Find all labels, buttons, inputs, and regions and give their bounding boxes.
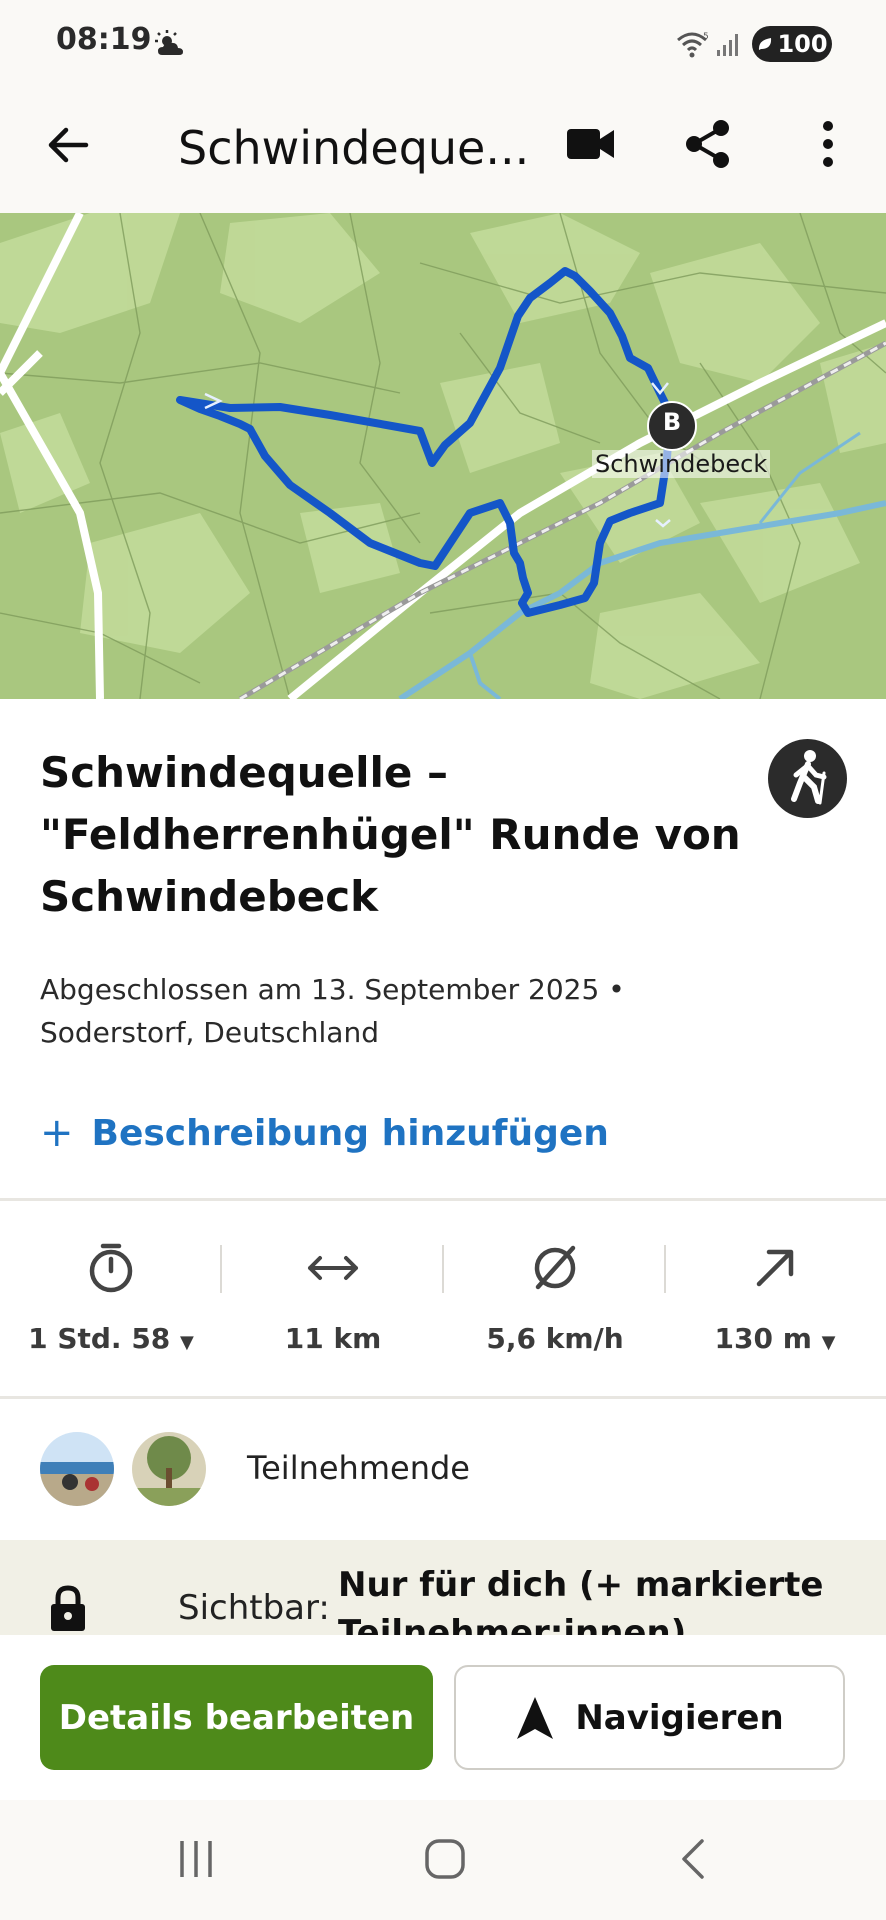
battery-indicator: 100 xyxy=(752,26,832,62)
hiking-icon xyxy=(791,750,827,805)
svg-text:5: 5 xyxy=(703,32,709,42)
add-description-link[interactable]: + Beschreibung hinzufügen xyxy=(40,1110,609,1156)
more-options-icon[interactable] xyxy=(814,120,842,168)
visibility-value: Nur für dich (+ markierte Teilnehmer:inn… xyxy=(338,1565,824,1635)
tour-meta: Abgeschlossen am 13. September 2025 • So… xyxy=(40,968,740,1054)
stat-duration[interactable]: 1 Std. 58 ▼ xyxy=(0,1238,222,1355)
sport-type-badge[interactable] xyxy=(768,739,847,818)
participant-avatar[interactable] xyxy=(132,1432,206,1506)
status-time: 08:19 xyxy=(56,22,152,57)
divider xyxy=(0,1396,886,1399)
recent-apps-icon[interactable] xyxy=(176,1838,216,1880)
plus-icon: + xyxy=(40,1110,74,1156)
stat-elevation[interactable]: 130 m ▼ xyxy=(664,1238,886,1355)
share-icon[interactable] xyxy=(682,118,734,170)
edit-details-button[interactable]: Details bearbeiten xyxy=(40,1665,433,1770)
system-back-icon[interactable] xyxy=(678,1838,708,1880)
stat-duration-value: 1 Std. 58 xyxy=(28,1322,171,1355)
dropdown-caret-icon: ▼ xyxy=(180,1332,194,1353)
stats-row: 1 Std. 58 ▼ 11 km 5,6 km/h 130 m ▼ xyxy=(0,1200,886,1395)
map-marker-end[interactable]: B xyxy=(648,408,696,436)
page-title: Schwindeque... xyxy=(178,121,530,175)
stat-speed: 5,6 km/h xyxy=(444,1238,666,1355)
stat-speed-value: 5,6 km/h xyxy=(486,1322,624,1355)
participant-avatar[interactable] xyxy=(40,1432,114,1506)
map-place-label: Schwindebeck xyxy=(592,450,771,478)
dropdown-caret-icon: ▼ xyxy=(821,1332,836,1353)
weather-icon xyxy=(155,30,183,55)
signal-icon xyxy=(717,34,738,56)
video-camera-icon[interactable] xyxy=(566,126,616,162)
stat-elevation-value: 130 m xyxy=(714,1322,812,1355)
tour-location: Soderstorf, Deutschland xyxy=(40,1016,379,1049)
navigate-button[interactable]: Navigieren xyxy=(454,1665,845,1770)
home-icon[interactable] xyxy=(424,1838,466,1880)
distance-arrows-icon xyxy=(308,1256,358,1280)
navigation-arrow-icon xyxy=(517,1696,554,1739)
tour-title: Schwindequelle – "Feldherrenhügel" Runde… xyxy=(40,748,741,921)
completed-date: Abgeschlossen am 13. September 2025 • xyxy=(40,973,625,1006)
navigate-label: Navigieren xyxy=(575,1697,784,1738)
add-description-label: Beschreibung hinzufügen xyxy=(91,1112,609,1154)
battery-saver-icon xyxy=(759,38,772,50)
visibility-clip: Nur für dich (+ markierte Teilnehmer:inn… xyxy=(0,1540,886,1635)
participants-label: Teilnehmende xyxy=(247,1449,470,1487)
stat-distance: 11 km xyxy=(222,1238,444,1355)
average-speed-icon xyxy=(534,1245,576,1290)
wifi-icon: 5 xyxy=(677,32,709,58)
stat-distance-value: 11 km xyxy=(284,1322,382,1355)
elevation-up-icon xyxy=(756,1249,794,1287)
stopwatch-icon xyxy=(89,1243,133,1293)
back-arrow-icon[interactable] xyxy=(44,121,92,169)
battery-level: 100 xyxy=(777,30,828,58)
